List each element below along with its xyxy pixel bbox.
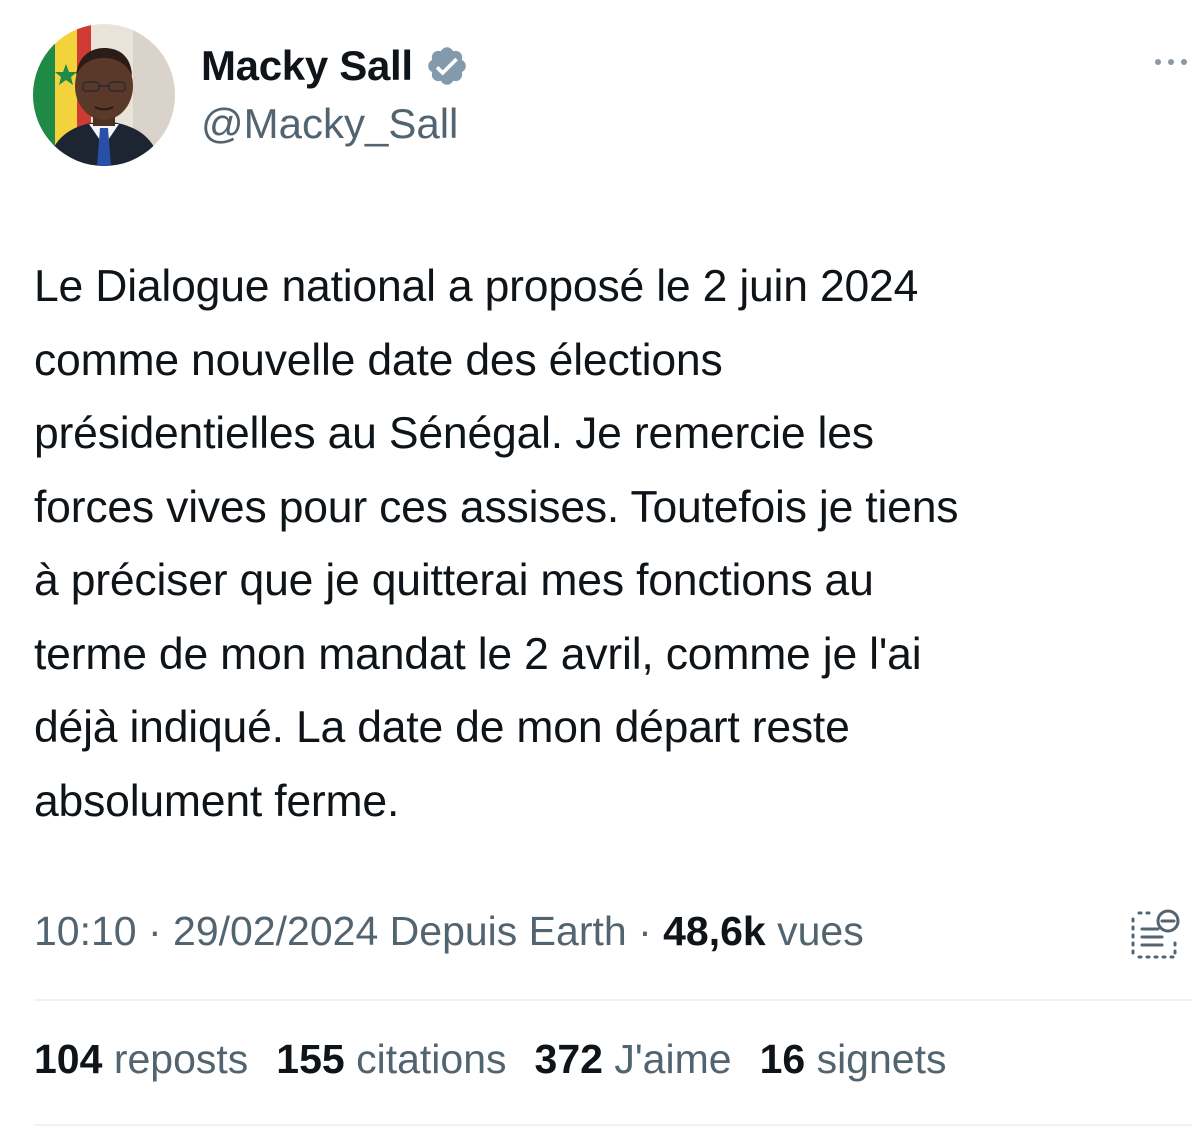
likes-count: 372 [534, 1036, 603, 1082]
views-count: 48,6k [663, 908, 766, 954]
meta-separator: · [136, 908, 174, 954]
quotes-label: citations [356, 1036, 507, 1082]
bookmarks-stat[interactable]: 16 signets [760, 1036, 947, 1083]
more-options-icon[interactable] [1153, 52, 1192, 72]
views-label: vues [777, 908, 864, 954]
tweet-meta: 10:10 · 29/02/2024 Depuis Earth · 48,6k … [34, 908, 864, 955]
tweet-source[interactable]: Depuis Earth [390, 908, 627, 954]
verified-badge-icon[interactable] [425, 44, 469, 88]
engagement-stats: 104 reposts 155 citations 372 J'aime 16 … [34, 1036, 975, 1083]
analytics-icon[interactable] [1128, 907, 1184, 963]
author-name-row: Macky Sall [201, 40, 469, 92]
likes-label: J'aime [614, 1036, 732, 1082]
author-avatar[interactable] [33, 24, 175, 166]
reposts-stat[interactable]: 104 reposts [34, 1036, 248, 1083]
tweet-date[interactable]: 29/02/2024 [173, 908, 378, 954]
divider [34, 999, 1192, 1001]
author-handle[interactable]: @Macky_Sall [201, 100, 458, 148]
bookmarks-label: signets [816, 1036, 947, 1082]
avatar-image [33, 24, 175, 166]
divider [34, 1124, 1192, 1126]
reposts-count: 104 [34, 1036, 103, 1082]
author-display-name[interactable]: Macky Sall [201, 42, 413, 90]
tweet-text: Le Dialogue national a proposé le 2 juin… [34, 262, 959, 826]
meta-separator: · [626, 908, 664, 954]
quotes-stat[interactable]: 155 citations [276, 1036, 506, 1083]
bookmarks-count: 16 [759, 1036, 806, 1082]
reposts-label: reposts [113, 1036, 249, 1082]
quotes-count: 155 [276, 1036, 345, 1082]
tweet-time[interactable]: 10:10 [34, 908, 137, 954]
likes-stat[interactable]: 372 J'aime [535, 1036, 732, 1083]
